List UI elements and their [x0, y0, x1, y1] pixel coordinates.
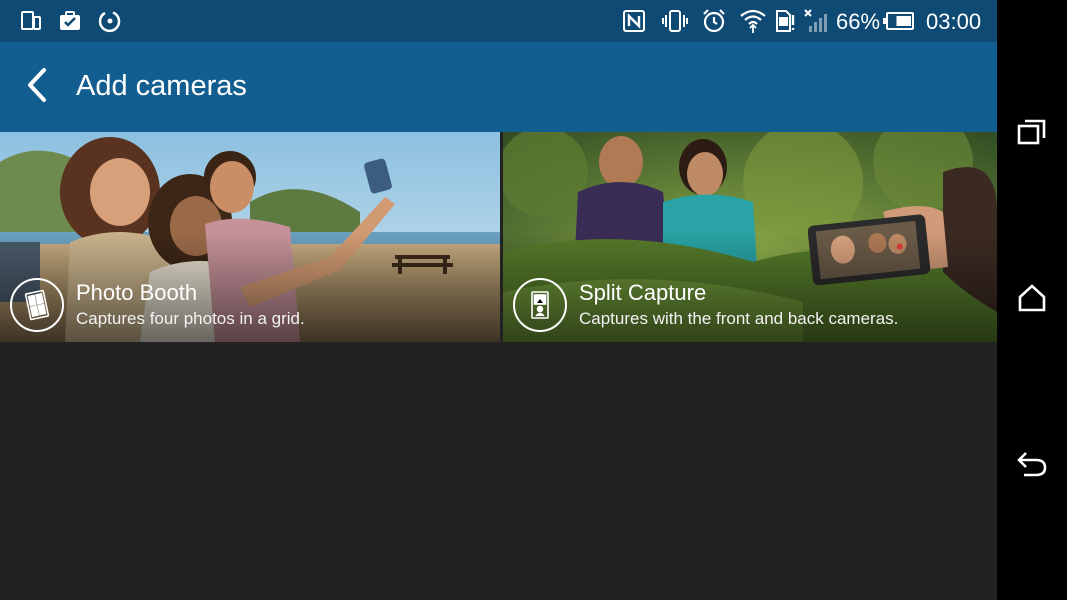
tile-title: Photo Booth	[76, 280, 198, 305]
photo-booth-icon	[10, 278, 64, 332]
sync-circle-icon	[96, 8, 124, 34]
battery-icon	[883, 8, 915, 34]
alarm-icon	[701, 8, 727, 34]
navigation-bar	[997, 0, 1067, 600]
home-icon	[1017, 283, 1047, 318]
home-button[interactable]	[1007, 275, 1057, 325]
tile-title: Split Capture	[579, 280, 707, 305]
split-capture-tile[interactable]: Split Capture Captures with the front an…	[503, 132, 997, 342]
split-capture-icon	[513, 278, 567, 332]
nfc-icon	[622, 8, 646, 34]
clipboard-check-icon	[57, 8, 83, 34]
back-button[interactable]	[16, 64, 62, 110]
clock: 03:00	[926, 9, 982, 34]
sim-card-icon	[773, 8, 797, 34]
status-bar: 66% 03:00	[0, 0, 997, 42]
tile-subtitle: Captures four photos in a grid.	[76, 309, 305, 328]
page-title: Add cameras	[76, 70, 247, 102]
signal-icon	[803, 8, 831, 34]
wifi-icon	[739, 8, 767, 34]
back-icon	[1016, 450, 1048, 483]
tile-subtitle: Captures with the front and back cameras…	[579, 309, 899, 328]
recent-apps-icon	[1017, 118, 1047, 151]
photo-booth-tile[interactable]: Photo Booth Captures four photos in a gr…	[0, 132, 500, 342]
action-bar: Add cameras	[0, 42, 997, 132]
screen: 66% 03:00 Add cameras Photo Booth Captur…	[0, 0, 997, 600]
back-nav-button[interactable]	[1007, 441, 1057, 491]
chevron-left-icon	[24, 67, 54, 108]
battery-percent: 66%	[836, 9, 881, 34]
recent-apps-button[interactable]	[1007, 109, 1057, 159]
vibrate-icon	[660, 8, 690, 34]
phone-tablet-icon	[18, 8, 44, 34]
